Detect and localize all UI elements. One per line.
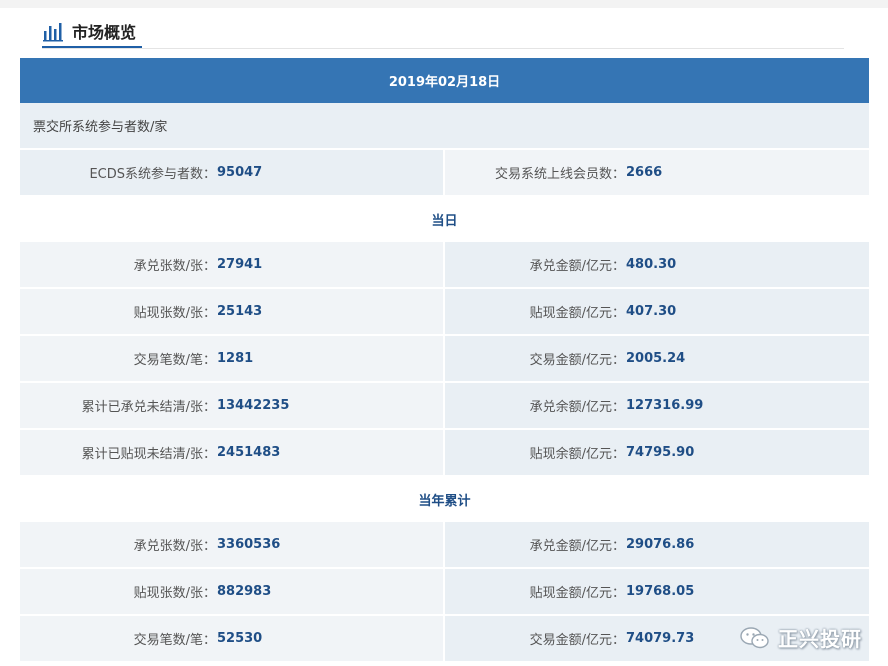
cell-label: 交易笔数/笔： [133,353,216,368]
bar-chart-icon [43,23,63,42]
cell-label: 贴现金额/亿元： [529,306,625,321]
table-row: 累计已承兑未结清/张： 13442235 承兑余额/亿元： 127316.99 [20,383,869,430]
cell-label: 承兑金额/亿元： [529,539,625,554]
cell-value: 407.30 [626,304,677,319]
ecds-participants-cell: ECDS系统参与者数： 95047 [20,150,445,195]
cell-value: 2005.24 [626,351,686,366]
cell-label: 承兑张数/张： [133,259,216,274]
cell-value: 127316.99 [626,398,704,413]
date-banner: 2019年02月18日 [20,58,869,103]
page-title: 市场概览 [72,23,137,42]
cell-label: 累计已承兑未结清/张： [81,400,216,415]
cell-label: 交易金额/亿元： [529,633,625,648]
table-cell: 贴现余额/亿元： 74795.90 [445,430,869,475]
cell-value: 13442235 [217,398,290,413]
cell-value: 480.30 [626,257,677,272]
table-cell: 累计已贴现未结清/张： 2451483 [20,430,445,475]
cell-label: 贴现余额/亿元： [529,447,625,462]
table-cell: 承兑张数/张： 27941 [20,242,445,287]
table-cell: 贴现张数/张： 25143 [20,289,445,334]
top-strip [0,0,888,8]
cell-label: 累计已贴现未结清/张： [81,447,216,462]
cell-label: 交易笔数/笔： [133,633,216,648]
table-row: 贴现张数/张： 25143 贴现金额/亿元： 407.30 [20,289,869,336]
table-row: 贴现张数/张： 882983 贴现金额/亿元： 19768.05 [20,569,869,616]
cell-value: 95047 [217,165,263,180]
table-cell: 贴现金额/亿元： 19768.05 [445,569,869,614]
section-header: 市场概览 [42,14,136,48]
yearly-section-title: 当年累计 [20,477,869,522]
cell-value: 74079.73 [626,631,695,646]
daily-section-title: 当日 [20,197,869,242]
market-overview-table: 2019年02月18日 票交所系统参与者数/家 ECDS系统参与者数： 9504… [20,58,869,663]
cell-value: 29076.86 [626,537,695,552]
table-cell: 承兑金额/亿元： 29076.86 [445,522,869,567]
cell-value: 74795.90 [626,445,695,460]
table-cell: 交易笔数/笔： 52530 [20,616,445,661]
cell-value: 1281 [217,351,254,366]
cell-value: 25143 [217,304,263,319]
table-cell: 贴现金额/亿元： 407.30 [445,289,869,334]
cell-label: ECDS系统参与者数： [89,167,216,182]
cell-value: 2666 [626,165,663,180]
cell-label: 贴现张数/张： [133,306,216,321]
cell-value: 27941 [217,257,263,272]
cell-label: 贴现张数/张： [133,586,216,601]
participants-section-label: 票交所系统参与者数/家 [20,103,869,150]
table-cell: 承兑余额/亿元： 127316.99 [445,383,869,428]
participants-row: ECDS系统参与者数： 95047 交易系统上线会员数： 2666 [20,150,869,197]
table-row: 交易笔数/笔： 1281 交易金额/亿元： 2005.24 [20,336,869,383]
cell-label: 承兑张数/张： [133,539,216,554]
table-cell: 交易金额/亿元： 2005.24 [445,336,869,381]
cell-value: 882983 [217,584,272,599]
cell-value: 52530 [217,631,263,646]
trading-members-cell: 交易系统上线会员数： 2666 [445,150,869,195]
cell-value: 2451483 [217,445,281,460]
table-row: 累计已贴现未结清/张： 2451483 贴现余额/亿元： 74795.90 [20,430,869,477]
wechat-icon [740,626,769,648]
table-cell: 交易笔数/笔： 1281 [20,336,445,381]
table-cell: 承兑张数/张： 3360536 [20,522,445,567]
table-cell: 贴现张数/张： 882983 [20,569,445,614]
table-cell: 累计已承兑未结清/张： 13442235 [20,383,445,428]
cell-label: 交易系统上线会员数： [494,167,625,182]
cell-label: 承兑余额/亿元： [529,400,625,415]
table-row: 承兑张数/张： 27941 承兑金额/亿元： 480.30 [20,242,869,289]
watermark-text: 正兴投研 [778,627,862,651]
table-cell: 承兑金额/亿元： 480.30 [445,242,869,287]
table-row: 承兑张数/张： 3360536 承兑金额/亿元： 29076.86 [20,522,869,569]
cell-value: 19768.05 [626,584,695,599]
header-divider [42,48,844,49]
cell-label: 承兑金额/亿元： [529,259,625,274]
cell-label: 交易金额/亿元： [529,353,625,368]
watermark: 正兴投研 [740,623,862,652]
cell-value: 3360536 [217,537,281,552]
cell-label: 贴现金额/亿元： [529,586,625,601]
